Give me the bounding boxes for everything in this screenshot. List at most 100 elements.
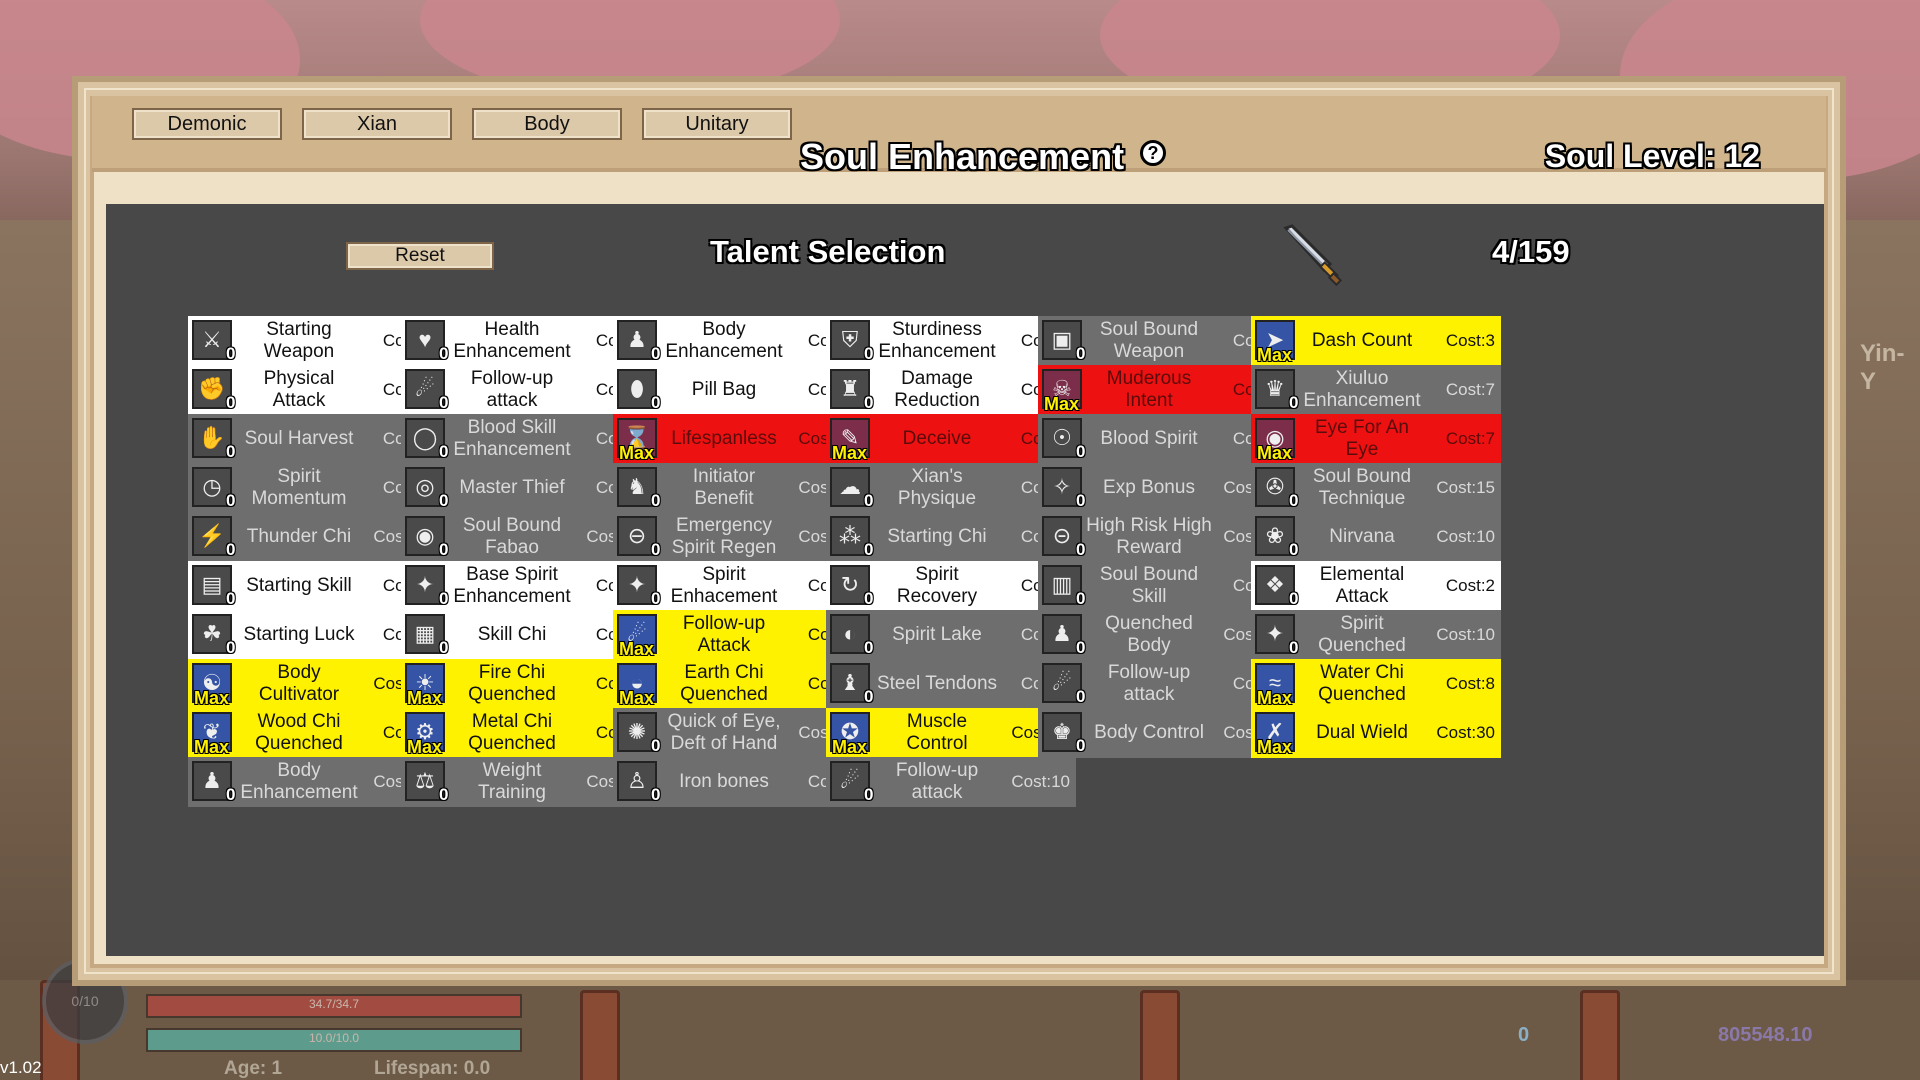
talent-name: Damage Reduction [894,368,980,411]
talent-name: Water Chi Quenched [1318,662,1406,705]
talent-name: Skill Chi [477,624,547,645]
icon-glyph: ⬮ [630,376,644,401]
talent-name: Spirit Enhacement [670,564,778,607]
talent-name: Fire Chi Quenched [468,662,556,705]
talent-name: Starting Skill [246,575,352,596]
talent-name: Muderous Intent [1106,368,1192,411]
help-icon[interactable]: ? [1140,140,1166,166]
talent-cost: Cost:30 [1436,723,1495,742]
talent-cost: Cost:2 [1445,576,1495,595]
talent-level: Max [1257,688,1293,708]
icon-glyph: ◐ [843,621,857,646]
talent-name: Body Enhancement [240,760,358,803]
icon-glyph: ⚡ [198,523,226,548]
talent-level: Max [407,737,443,757]
talent-level: Max [619,443,655,463]
tab-body[interactable]: Body [472,108,622,140]
talent-level: 0 [439,442,449,461]
talent-level: 0 [1076,344,1086,363]
tab-unitary[interactable]: Unitary [642,108,792,140]
reset-button[interactable]: Reset [346,242,494,270]
talent-card[interactable]: ✇ 0 Soul Bound Technique Cost:15 [1251,463,1501,513]
talent-card[interactable]: ❀ 0 Nirvana Cost:10 [1251,512,1501,562]
talent-level: Max [1044,394,1080,414]
talent-card[interactable]: ♛ 0 Xiuluo Enhancement Cost:7 [1251,365,1501,415]
talent-level: 0 [1076,736,1086,755]
talent-level: 0 [864,344,874,363]
talent-level: 0 [1076,540,1086,559]
icon-glyph: ❀ [1265,523,1285,548]
icon-glyph: ♝ [840,670,860,695]
talent-cost: Cost:8 [1445,674,1495,693]
talent-level: 0 [1289,638,1299,657]
talent-card[interactable]: ◉ Max Eye For An Eye Cost:7 [1251,414,1501,464]
icon-glyph: ☁ [839,474,861,499]
talent-name: Muscle Control [906,711,968,754]
icon-glyph: ☘ [202,621,222,646]
talent-name: Elemental Attack [1319,564,1405,607]
soul-level-label: Soul Level: 12 [1544,138,1760,174]
talent-card[interactable]: ≈ Max Water Chi Quenched Cost:8 [1251,659,1501,709]
icon-glyph: ⚖ [415,768,435,793]
talent-level: 0 [651,393,661,412]
icon-glyph: ❖ [1265,572,1285,597]
talent-level: 0 [439,589,449,608]
talent-name: Follow-up attack [470,368,554,411]
talent-selection-title: Talent Selection [710,234,946,269]
talent-level: Max [1257,443,1293,463]
talent-card[interactable]: ✗ Max Dual Wield Cost:30 [1251,708,1501,758]
health-bar: 34.7/34.7 [146,994,522,1018]
icon-glyph: ♞ [627,474,647,499]
talent-level: 0 [1076,442,1086,461]
talent-level: 0 [864,393,874,412]
talent-name: Blood Skill Enhancement [453,417,571,460]
page-title: Soul Enhancement [800,136,1125,177]
icon-glyph: ▦ [414,621,436,646]
icon-glyph: ✺ [627,719,647,744]
talent-level: 0 [1076,638,1086,657]
talent-card[interactable]: ✦ 0 Spirit Quenched Cost:10 [1251,610,1501,660]
talent-name: Xian's Physique [897,466,977,509]
talent-name: Weight Training [478,760,546,803]
mana-bar: 10.0/10.0 [146,1028,522,1052]
icon-glyph: ⛨ [841,327,859,352]
talent-name: Starting Weapon [263,319,335,362]
health-text: 34.7/34.7 [308,997,360,1011]
talent-name: Exp Bonus [1103,477,1195,498]
talent-card[interactable]: ☄ 0 Follow-up attack Cost:10 [826,757,1076,807]
talent-name: Spirit Recovery [896,564,978,607]
talent-level: Max [832,443,868,463]
talent-card[interactable]: ❖ 0 Elemental Attack Cost:2 [1251,561,1501,611]
icon-glyph: ◉ [415,523,435,548]
icon-glyph: ♙ [627,768,647,793]
talent-level: Max [407,688,443,708]
hud-orb-text: 0/10 [71,993,99,1009]
talent-level: 0 [864,491,874,510]
soul-enhancement-window: Demonic Xian Body Unitary Soul Enhanceme… [72,76,1846,986]
talent-level: 0 [864,638,874,657]
version-label: v1.02 [0,1058,42,1077]
talent-name: Sturdiness Enhancement [878,319,996,362]
talent-name: Nirvana [1329,526,1395,547]
talent-name: Iron bones [679,771,769,792]
talent-card[interactable]: ➤ Max Dash Count Cost:3 [1251,316,1501,366]
talent-name: Soul Harvest [244,428,354,449]
talent-level: 0 [439,785,449,804]
talent-name: Follow-up Attack [682,613,766,656]
tab-demonic[interactable]: Demonic [132,108,282,140]
talent-name: Spirit Momentum [251,466,347,509]
icon-glyph: ⊝ [1052,523,1072,548]
talent-name: Soul Bound Fabao [462,515,562,558]
tab-xian[interactable]: Xian [302,108,452,140]
icon-glyph: ♛ [1265,376,1285,401]
talent-level: 0 [864,687,874,706]
icon-glyph: ⊖ [627,523,647,548]
talent-name: Starting Luck [243,624,355,645]
talent-name: Quick of Eye, Deft of Hand [667,711,781,754]
talent-panel: Reset Talent Selection 4/159 ⚔ 0 Starting … [106,204,1824,956]
talent-cost: Cost:10 [1436,527,1495,546]
talent-level: 0 [226,442,236,461]
talent-level: Max [1257,737,1293,757]
talent-level: Max [1257,345,1293,365]
talent-name: Soul Bound Skill [1099,564,1199,607]
